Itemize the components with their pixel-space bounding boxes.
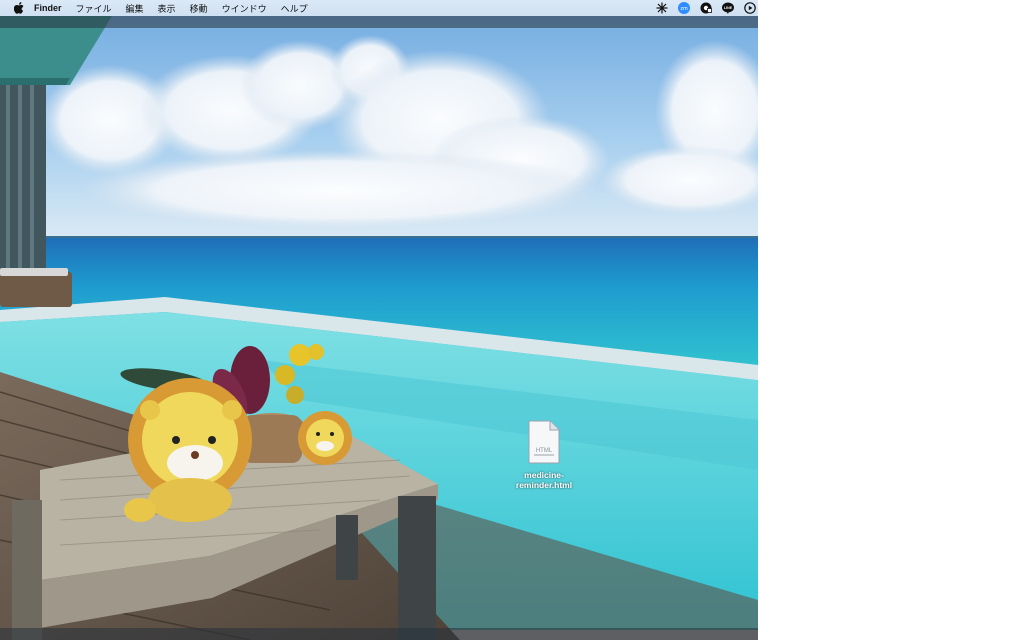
desktop-file-medicine-reminder[interactable]: HTML medicine- reminder.html	[505, 420, 583, 490]
line-label: LINE	[724, 6, 733, 10]
menu-help[interactable]: ヘルプ	[281, 2, 308, 15]
menu-app-finder[interactable]: Finder	[34, 3, 62, 13]
menu-window[interactable]: ウインドウ	[222, 2, 267, 15]
html-document-icon: HTML	[528, 420, 560, 464]
apple-menu-icon[interactable]	[14, 2, 24, 14]
zoom-label: zm	[680, 6, 688, 12]
menu-edit[interactable]: 編集	[126, 2, 144, 15]
menu-view[interactable]: 表示	[158, 2, 176, 15]
zoom-icon[interactable]: zm	[678, 2, 690, 14]
dock-area-shadow	[0, 628, 758, 640]
menu-file[interactable]: ファイル	[76, 2, 112, 15]
line-icon[interactable]: LINE	[722, 2, 734, 14]
menu-bar: Finder ファイル 編集 表示 移動 ウインドウ ヘルプ zm LINE	[0, 0, 758, 16]
status-menu-area: zm LINE	[646, 0, 756, 16]
desktop-wallpaper	[0, 0, 758, 640]
menu-go[interactable]: 移動	[190, 2, 208, 15]
file-kind-label: HTML	[536, 448, 553, 454]
sparkle-icon[interactable]	[656, 2, 668, 14]
desktop-screen: Finder ファイル 編集 表示 移動 ウインドウ ヘルプ zm LINE H…	[0, 0, 758, 640]
menu-bar-shadow	[0, 16, 758, 28]
desktop-file-name: medicine- reminder.html	[515, 470, 573, 490]
play-icon[interactable]	[744, 2, 756, 14]
screen-record-icon[interactable]	[700, 2, 712, 14]
